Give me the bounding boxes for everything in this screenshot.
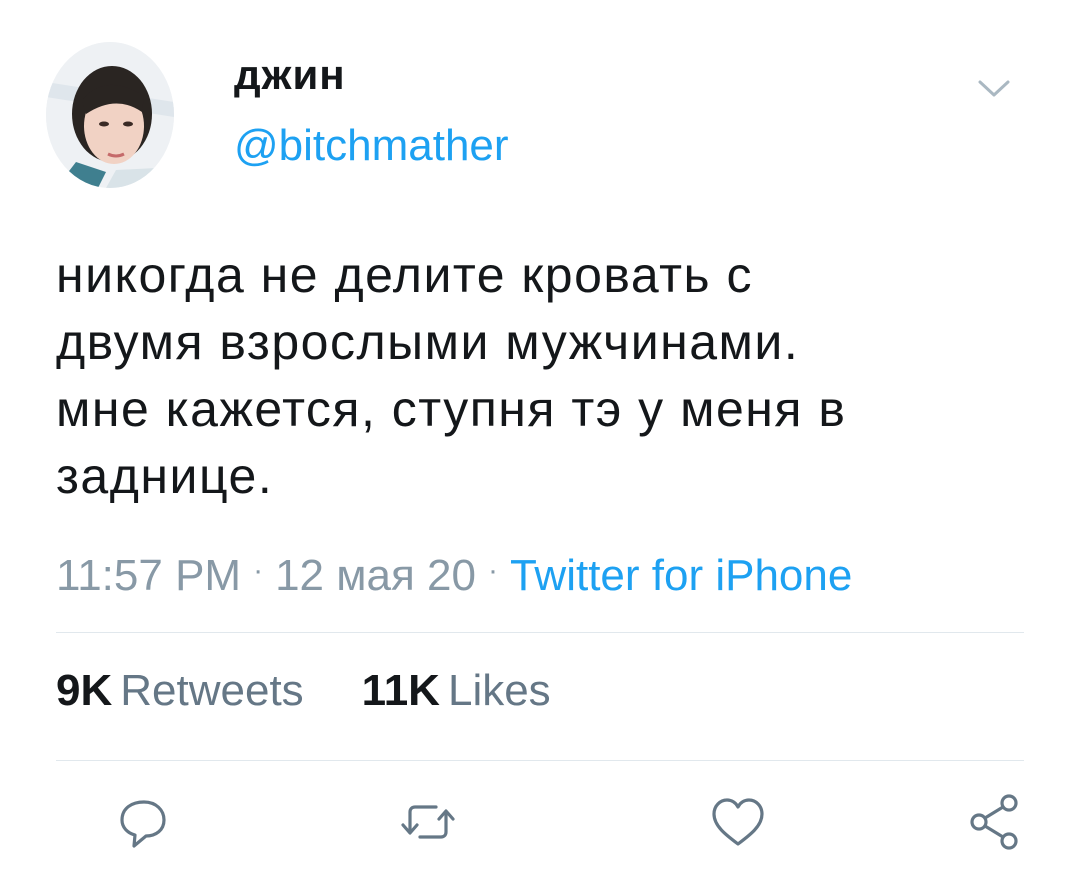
retweet-button[interactable]	[396, 790, 460, 854]
tweet-text-line: заднице.	[56, 448, 274, 504]
retweet-icon	[401, 805, 455, 839]
tweet-text-line: двумя взрослыми мужчинами.	[56, 314, 800, 370]
tweet-date: 12 мая 20	[275, 551, 476, 600]
display-name[interactable]: джин	[234, 50, 346, 100]
chevron-down-icon[interactable]	[974, 74, 1014, 104]
tweet-text-line: мне кажется, ступня тэ у меня в	[56, 381, 847, 437]
divider	[56, 760, 1024, 761]
separator-dot: ·	[253, 554, 264, 587]
like-button[interactable]	[706, 790, 770, 854]
separator-dot: ·	[487, 554, 498, 587]
reply-icon	[120, 800, 166, 848]
likes-label: Likes	[447, 666, 551, 715]
tweet-time: 11:57 PM	[56, 551, 242, 600]
retweets-stat[interactable]: 9K Retweets	[56, 666, 304, 715]
likes-count: 11K	[361, 666, 440, 715]
likes-stat[interactable]: 11K Likes	[362, 666, 551, 715]
share-icon	[970, 794, 1018, 850]
reply-button[interactable]	[110, 790, 174, 854]
tweet-metadata: 11:57 PM · 12 мая 20 · Twitter for iPhone	[56, 545, 852, 602]
tweet-text-line: никогда не делите кровать с	[56, 247, 753, 303]
heart-icon	[712, 798, 764, 846]
tweet-source-link[interactable]: Twitter for iPhone	[510, 551, 852, 600]
share-button[interactable]	[962, 790, 1026, 854]
retweets-count: 9K	[56, 666, 113, 715]
avatar-image	[46, 42, 174, 188]
tweet-text: никогда не делите кровать с двумя взросл…	[56, 242, 1036, 510]
avatar[interactable]	[46, 42, 174, 188]
tweet-actions	[0, 790, 1080, 860]
divider	[56, 632, 1024, 633]
tweet-card: джин @bitchmather никогда не делите кров…	[0, 0, 1080, 896]
tweet-stats: 9K Retweets 11K Likes	[56, 665, 551, 717]
user-handle[interactable]: @bitchmather	[234, 120, 509, 172]
retweets-label: Retweets	[120, 666, 304, 715]
